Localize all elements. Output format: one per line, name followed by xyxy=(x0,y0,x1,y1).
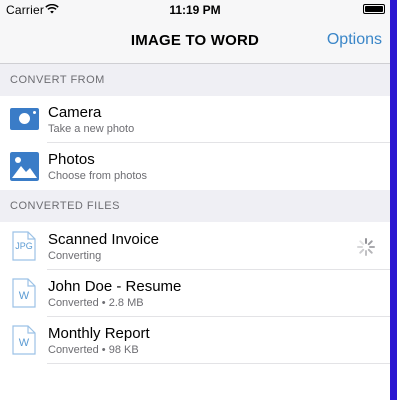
app-screen: Carrier 11:19 PM IMAGE TO WORD Options C… xyxy=(0,0,397,400)
list-item-photos[interactable]: Photos Choose from photos xyxy=(0,143,390,190)
list-item-camera[interactable]: Camera Take a new photo xyxy=(0,96,390,143)
list-item-title: Camera xyxy=(48,104,102,121)
list-item-title: Monthly Report xyxy=(48,325,150,342)
file-type-label: W xyxy=(18,290,30,302)
word-file-icon: W xyxy=(12,325,36,355)
file-type-label: JPG xyxy=(15,241,33,251)
list-item-subtitle: Converting xyxy=(48,250,102,262)
camera-icon xyxy=(10,108,39,130)
app-frame: Carrier 11:19 PM IMAGE TO WORD Options C… xyxy=(0,0,390,400)
list-item-title: Photos xyxy=(48,151,95,168)
list-item-subtitle: Converted • 2.8 MB xyxy=(48,297,144,309)
photos-icon xyxy=(10,152,39,181)
list-item-scanned-invoice[interactable]: JPG Scanned Invoice Converting xyxy=(0,223,390,270)
file-type-label: W xyxy=(18,337,30,349)
camera-lens-shape xyxy=(19,113,30,124)
list-item-title: John Doe - Resume xyxy=(48,278,182,295)
loading-spinner-icon xyxy=(357,238,375,256)
list-item-subtitle: Take a new photo xyxy=(48,123,135,135)
word-file-icon: W xyxy=(12,278,36,308)
list-item-subtitle: Choose from photos xyxy=(48,170,148,182)
camera-flash-shape xyxy=(33,111,36,114)
status-bar: Carrier 11:19 PM xyxy=(0,0,390,20)
status-time: 11:19 PM xyxy=(169,3,221,17)
list-item-title: Scanned Invoice xyxy=(48,231,159,248)
list-item-john-doe-resume[interactable]: W John Doe - Resume Converted • 2.8 MB xyxy=(0,270,390,317)
row-divider xyxy=(47,363,390,364)
list-item-subtitle: Converted • 98 KB xyxy=(48,344,139,356)
battery-icon xyxy=(363,4,385,14)
jpg-file-icon: JPG xyxy=(12,231,36,261)
section-header-convert-from: CONVERT FROM xyxy=(0,64,390,96)
options-button[interactable]: Options xyxy=(327,31,382,49)
navigation-bar: IMAGE TO WORD Options xyxy=(0,20,390,64)
section-header-converted-files: CONVERTED FILES xyxy=(0,190,390,222)
window-edge-bar xyxy=(390,0,397,400)
battery-level-fill xyxy=(365,6,383,12)
list-item-monthly-report[interactable]: W Monthly Report Converted • 98 KB xyxy=(0,317,390,364)
